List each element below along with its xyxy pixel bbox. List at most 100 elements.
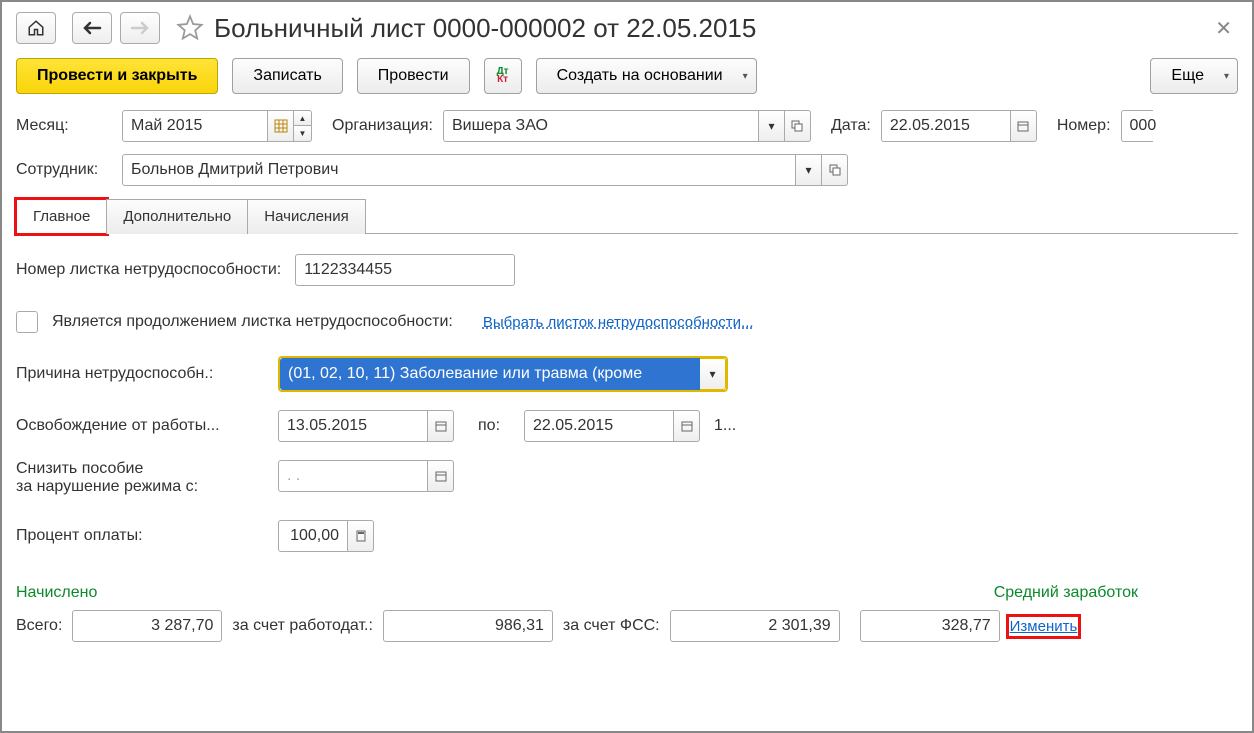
forward-button[interactable] bbox=[120, 12, 160, 44]
date-input[interactable]: 22.05.2015 bbox=[881, 110, 1011, 142]
reduce-label-1: Снизить пособие bbox=[16, 460, 264, 478]
org-input-group: Вишера ЗАО ▾ bbox=[443, 110, 811, 142]
date-calendar-button[interactable] bbox=[1011, 110, 1037, 142]
release-to-label: по: bbox=[478, 417, 500, 435]
release-from-group: 13.05.2015 bbox=[278, 410, 454, 442]
dtkt-icon: ДтКт bbox=[497, 68, 509, 84]
calendar-icon bbox=[435, 420, 447, 432]
fss-label: за счет ФСС: bbox=[563, 617, 660, 635]
tab-additional[interactable]: Дополнительно bbox=[106, 199, 248, 234]
release-to-input[interactable]: 22.05.2015 bbox=[524, 410, 674, 442]
date-label: Дата: bbox=[831, 117, 871, 135]
close-button[interactable]: ✕ bbox=[1215, 16, 1232, 41]
open-icon bbox=[791, 120, 803, 132]
employee-input[interactable]: Больнов Дмитрий Петрович bbox=[122, 154, 796, 186]
month-calendar-button[interactable] bbox=[268, 110, 294, 142]
percent-calc-button[interactable] bbox=[348, 520, 374, 552]
percent-group: 100,00 bbox=[278, 520, 374, 552]
tab-accruals[interactable]: Начисления bbox=[247, 199, 365, 234]
month-down-button[interactable]: ▼ bbox=[294, 126, 312, 142]
month-spinner: ▲ ▼ bbox=[294, 110, 312, 142]
reduce-calendar-button[interactable] bbox=[428, 460, 454, 492]
release-from-input[interactable]: 13.05.2015 bbox=[278, 410, 428, 442]
totals-row: Всего: 3 287,70 за счет работодат.: 986,… bbox=[16, 610, 1238, 642]
employee-label: Сотрудник: bbox=[16, 161, 112, 179]
reduce-label-2: за нарушение режима с: bbox=[16, 478, 264, 496]
document-window: Больничный лист 0000-000002 от 22.05.201… bbox=[0, 0, 1254, 733]
reason-input-group: (01, 02, 10, 11) Заболевание или травма … bbox=[278, 356, 728, 392]
org-dropdown-button[interactable]: ▾ bbox=[759, 110, 785, 142]
row-reduce: Снизить пособие за нарушение режима с: .… bbox=[16, 460, 1238, 496]
reduce-date-group: . . bbox=[278, 460, 454, 492]
employer-label: за счет работодат.: bbox=[232, 617, 373, 635]
favorite-star-icon[interactable] bbox=[176, 14, 204, 42]
row-release: Освобождение от работы... 13.05.2015 по:… bbox=[16, 408, 1238, 444]
total-label: Всего: bbox=[16, 617, 62, 635]
calendar-icon bbox=[435, 470, 447, 482]
month-up-button[interactable]: ▲ bbox=[294, 110, 312, 126]
number-input[interactable]: 000 bbox=[1121, 110, 1153, 142]
row-sheet-number: Номер листка нетрудоспособности: 1122334… bbox=[16, 252, 1238, 288]
calculator-icon bbox=[355, 530, 367, 542]
history-group bbox=[72, 12, 160, 44]
calendar-grid-icon bbox=[274, 119, 288, 133]
employer-input[interactable]: 986,31 bbox=[383, 610, 553, 642]
total-input[interactable]: 3 287,70 bbox=[72, 610, 222, 642]
calendar-icon bbox=[681, 420, 693, 432]
org-label: Организация: bbox=[332, 117, 433, 135]
back-button[interactable] bbox=[72, 12, 112, 44]
select-sheet-link[interactable]: Выбрать листок нетрудоспособности... bbox=[483, 314, 754, 331]
tabs: Главное Дополнительно Начисления bbox=[16, 198, 1238, 234]
employee-dropdown-button[interactable]: ▾ bbox=[796, 154, 822, 186]
reason-input[interactable]: (01, 02, 10, 11) Заболевание или травма … bbox=[280, 358, 700, 390]
main-toolbar: Провести и закрыть Записать Провести ДтК… bbox=[16, 58, 1238, 94]
date-input-group: 22.05.2015 bbox=[881, 110, 1037, 142]
arrow-left-icon bbox=[82, 21, 102, 35]
org-input[interactable]: Вишера ЗАО bbox=[443, 110, 759, 142]
register-entries-button[interactable]: ДтКт bbox=[484, 58, 522, 94]
home-button[interactable] bbox=[16, 12, 56, 44]
reason-label: Причина нетрудоспособн.: bbox=[16, 365, 264, 383]
titlebar: Больничный лист 0000-000002 от 22.05.201… bbox=[16, 12, 1238, 44]
release-to-group: 22.05.2015 bbox=[524, 410, 700, 442]
post-button[interactable]: Провести bbox=[357, 58, 470, 94]
open-icon bbox=[829, 164, 841, 176]
nav-group bbox=[16, 12, 56, 44]
sheet-number-label: Номер листка нетрудоспособности: bbox=[16, 261, 281, 279]
reduce-label-stack: Снизить пособие за нарушение режима с: bbox=[16, 460, 264, 496]
is-continuation-checkbox[interactable] bbox=[16, 311, 38, 333]
post-and-close-button[interactable]: Провести и закрыть bbox=[16, 58, 218, 94]
release-to-calendar-button[interactable] bbox=[674, 410, 700, 442]
avg-input[interactable]: 328,77 bbox=[860, 610, 1000, 642]
avg-earnings-label: Средний заработок bbox=[994, 584, 1138, 602]
arrow-right-icon bbox=[130, 21, 150, 35]
row-reason: Причина нетрудоспособн.: (01, 02, 10, 11… bbox=[16, 356, 1238, 392]
org-open-button[interactable] bbox=[785, 110, 811, 142]
fss-input[interactable]: 2 301,39 bbox=[670, 610, 840, 642]
reduce-date-input[interactable]: . . bbox=[278, 460, 428, 492]
sheet-number-input[interactable]: 1122334455 bbox=[295, 254, 515, 286]
percent-input[interactable]: 100,00 bbox=[278, 520, 348, 552]
change-link[interactable]: Изменить bbox=[1010, 618, 1078, 635]
row-month-org-date: Месяц: Май 2015 ▲ ▼ Организация: Вишера … bbox=[16, 110, 1238, 142]
document-title: Больничный лист 0000-000002 от 22.05.201… bbox=[214, 13, 756, 44]
month-label: Месяц: bbox=[16, 117, 112, 135]
release-label: Освобождение от работы... bbox=[16, 417, 264, 435]
number-label: Номер: bbox=[1057, 117, 1111, 135]
row-continuation: Является продолжением листка нетрудоспос… bbox=[16, 304, 1238, 340]
employee-input-group: Больнов Дмитрий Петрович ▾ bbox=[122, 154, 848, 186]
more-button[interactable]: Еще bbox=[1150, 58, 1238, 94]
save-button[interactable]: Записать bbox=[232, 58, 342, 94]
percent-label: Процент оплаты: bbox=[16, 527, 264, 545]
calendar-icon bbox=[1017, 120, 1029, 132]
row-employee: Сотрудник: Больнов Дмитрий Петрович ▾ bbox=[16, 154, 1238, 186]
release-from-calendar-button[interactable] bbox=[428, 410, 454, 442]
tab-main[interactable]: Главное bbox=[16, 199, 107, 234]
reason-dropdown-button[interactable]: ▾ bbox=[700, 358, 726, 390]
employee-open-button[interactable] bbox=[822, 154, 848, 186]
month-input-group: Май 2015 ▲ ▼ bbox=[122, 110, 312, 142]
release-suffix: 1... bbox=[714, 417, 736, 435]
accrued-label: Начислено bbox=[16, 584, 97, 602]
month-input[interactable]: Май 2015 bbox=[122, 110, 268, 142]
create-based-on-button[interactable]: Создать на основании bbox=[536, 58, 757, 94]
